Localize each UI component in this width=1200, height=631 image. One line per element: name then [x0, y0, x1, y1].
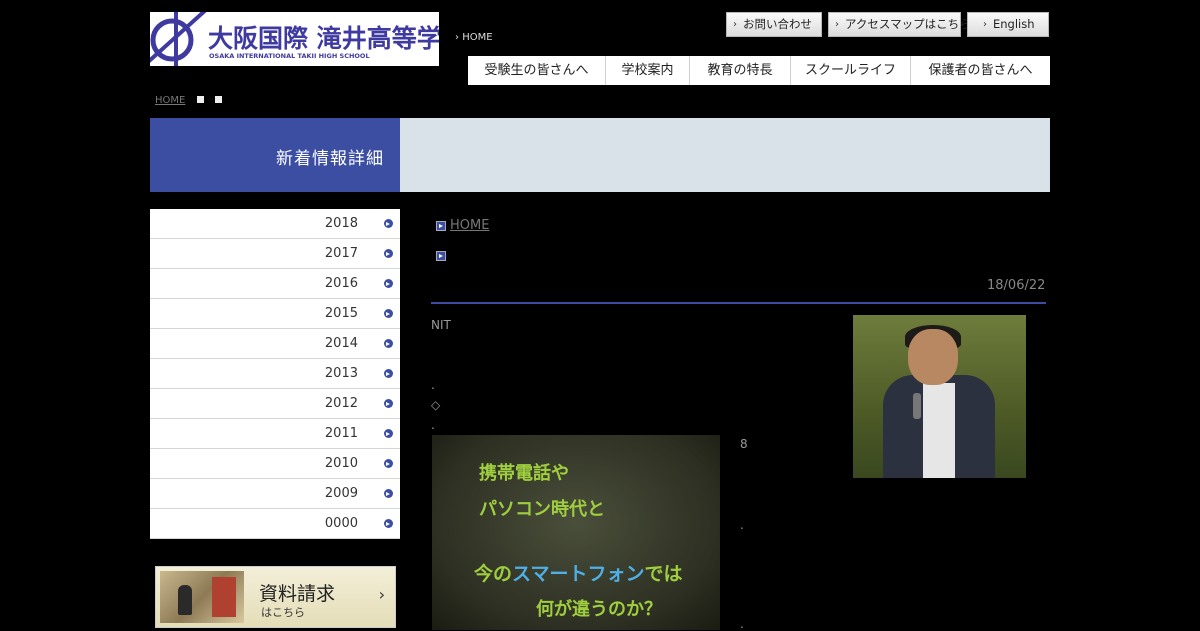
- year-item-2016[interactable]: 2016: [150, 269, 400, 299]
- document-request-subtitle: はこちら: [261, 606, 305, 619]
- contact-label: お問い合わせ: [743, 17, 812, 31]
- english-label: English: [993, 17, 1035, 31]
- arrow-right-circle-icon: [384, 339, 393, 348]
- article-text-line: .: [740, 617, 744, 631]
- slide-text-line: 今のスマートフォンでは: [474, 563, 683, 585]
- article-text-line: ◇: [431, 398, 441, 412]
- nav-item-school-life[interactable]: スクールライフ: [791, 56, 911, 85]
- slide-text-line: 何が違うのか？: [536, 599, 662, 620]
- arrow-right-circle-icon: [384, 249, 393, 258]
- year-label: 2011: [324, 426, 358, 441]
- article-text-line: .: [431, 418, 435, 432]
- year-label: 2012: [324, 396, 358, 411]
- logo-mark-icon: [150, 12, 207, 66]
- arrow-right-circle-icon: [384, 489, 393, 498]
- year-label: 2016: [324, 276, 358, 291]
- slide-photo: 携帯電話や パソコン時代と 今のスマートフォンでは 何が違うのか？: [432, 435, 720, 630]
- year-item-2011[interactable]: 2011: [150, 419, 400, 449]
- document-request-banner[interactable]: 資料請求 はこちら ›: [155, 566, 396, 628]
- english-button[interactable]: › English: [967, 12, 1049, 37]
- year-item-2018[interactable]: 2018: [150, 209, 400, 239]
- arrow-right-square-icon: [436, 250, 446, 261]
- logo-subtitle: OSAKA INTERNATIONAL TAKII HIGH SCHOOL: [209, 52, 370, 60]
- document-request-title: 資料請求: [259, 583, 336, 605]
- year-label: 2013: [324, 366, 358, 381]
- year-label: 2010: [324, 456, 358, 471]
- year-item-2010[interactable]: 2010: [150, 449, 400, 479]
- article-text-line: .: [740, 518, 744, 532]
- divider: [431, 302, 1046, 304]
- year-item-2013[interactable]: 2013: [150, 359, 400, 389]
- year-label: 0000: [324, 516, 358, 531]
- access-map-label: アクセスマップはこちら: [845, 17, 971, 31]
- year-item-2014[interactable]: 2014: [150, 329, 400, 359]
- article-breadcrumb-home: HOME: [436, 218, 489, 233]
- nav-item-applicants[interactable]: 受験生の皆さんへ: [468, 56, 606, 85]
- year-label: 2009: [324, 486, 358, 501]
- year-item-2015[interactable]: 2015: [150, 299, 400, 329]
- article-home-link[interactable]: HOME: [450, 218, 489, 233]
- article-text-line: NIT: [431, 318, 451, 332]
- year-label: 2018: [324, 216, 358, 231]
- document-request-photo: [160, 571, 244, 623]
- arrow-right-circle-icon: [384, 519, 393, 528]
- header-home-label: HOME: [462, 32, 493, 43]
- global-nav: 受験生の皆さんへ 学校案内 教育の特長 スクールライフ 保護者の皆さんへ: [468, 56, 1050, 85]
- page-title: 新着情報詳細: [276, 149, 384, 169]
- chevron-right-icon: ›: [378, 585, 385, 604]
- arrow-right-circle-icon: [384, 459, 393, 468]
- nav-item-parents[interactable]: 保護者の皆さんへ: [911, 56, 1050, 85]
- arrow-right-square-icon: [436, 220, 446, 231]
- header-home-link[interactable]: › HOME: [455, 32, 493, 43]
- chevron-right-icon: ›: [733, 19, 737, 30]
- year-label: 2017: [324, 246, 358, 261]
- logo-title: 大阪国際 滝井高等学校: [208, 24, 439, 53]
- banner-background: [400, 118, 1050, 192]
- microphone-icon: [913, 393, 921, 419]
- breadcrumb-separator-icon: [196, 95, 204, 103]
- breadcrumb-home-link[interactable]: HOME: [155, 95, 185, 106]
- article-text-line: 8: [740, 437, 748, 451]
- contact-button[interactable]: › お問い合わせ: [726, 12, 822, 37]
- nav-item-education[interactable]: 教育の特長: [690, 56, 791, 85]
- speaker-photo: [853, 315, 1026, 478]
- school-logo[interactable]: 大阪国際 滝井高等学校 OSAKA INTERNATIONAL TAKII HI…: [150, 12, 439, 66]
- nav-item-about[interactable]: 学校案内: [606, 56, 690, 85]
- arrow-right-circle-icon: [384, 429, 393, 438]
- year-item-2012[interactable]: 2012: [150, 389, 400, 419]
- chevron-right-icon: ›: [835, 19, 839, 30]
- page-title-banner: 新着情報詳細: [150, 118, 400, 192]
- year-label: 2015: [324, 306, 358, 321]
- arrow-right-circle-icon: [384, 309, 393, 318]
- chevron-right-icon: ›: [983, 19, 987, 30]
- slide-highlight: スマートフォン: [512, 563, 645, 585]
- year-archive-list: 2018 2017 2016 2015 2014 2013 2012 2011 …: [150, 209, 400, 539]
- arrow-right-circle-icon: [384, 219, 393, 228]
- chevron-right-icon: ›: [455, 32, 459, 43]
- slide-text-line: 携帯電話や: [479, 463, 569, 484]
- year-item-0000[interactable]: 0000: [150, 509, 400, 539]
- year-label: 2014: [324, 336, 358, 351]
- breadcrumb: HOME: [155, 95, 222, 106]
- breadcrumb-separator-icon: [214, 95, 222, 103]
- arrow-right-circle-icon: [384, 399, 393, 408]
- slide-text-line: パソコン時代と: [479, 499, 605, 520]
- year-item-2009[interactable]: 2009: [150, 479, 400, 509]
- article-text-line: .: [431, 378, 435, 392]
- article-breadcrumb-current: [436, 245, 446, 264]
- arrow-right-circle-icon: [384, 369, 393, 378]
- arrow-right-circle-icon: [384, 279, 393, 288]
- access-map-button[interactable]: › アクセスマップはこちら: [828, 12, 971, 37]
- article-date: 18/06/22: [987, 278, 1046, 293]
- year-item-2017[interactable]: 2017: [150, 239, 400, 269]
